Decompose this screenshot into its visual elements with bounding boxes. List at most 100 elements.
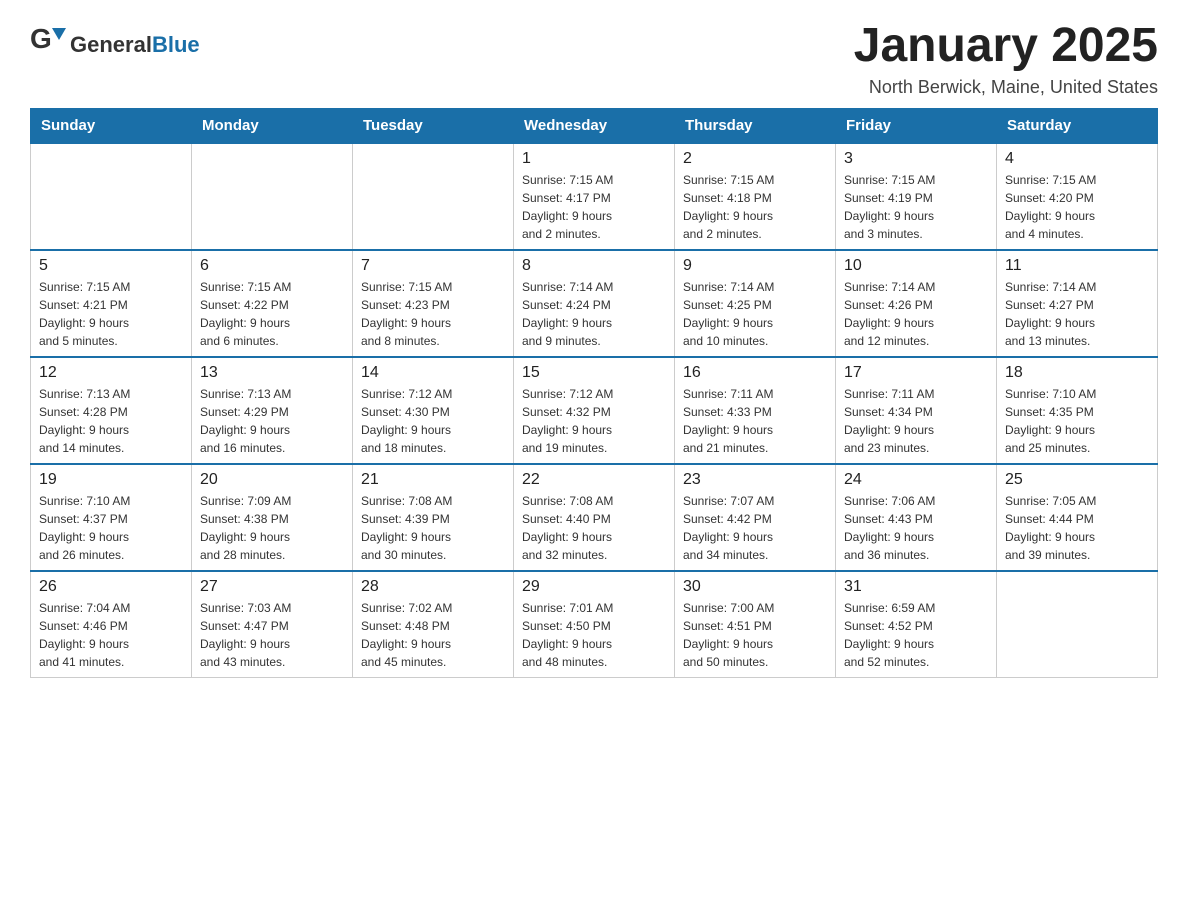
calendar-cell: 12 Sunrise: 7:13 AM Sunset: 4:28 PM Dayli… [31, 357, 192, 464]
day-info: Sunrise: 7:08 AM Sunset: 4:39 PM Dayligh… [361, 492, 505, 564]
day-number: 27 [200, 578, 344, 596]
calendar-cell: 9 Sunrise: 7:14 AM Sunset: 4:25 PM Daylig… [675, 250, 836, 357]
day-number: 12 [39, 364, 183, 382]
weekday-header-thursday: Thursday [675, 108, 836, 143]
calendar-cell: 23Sunrise: 7:07 AM Sunset: 4:42 PM Dayli… [675, 464, 836, 571]
weekday-header-wednesday: Wednesday [514, 108, 675, 143]
day-number: 24 [844, 471, 988, 489]
weekday-header-row: SundayMondayTuesdayWednesdayThursdayFrid… [31, 108, 1158, 143]
day-number: 1 [522, 150, 666, 168]
day-info: Sunrise: 7:14 AM Sunset: 4:26 PM Dayligh… [844, 278, 988, 350]
day-info: Sunrise: 7:12 AM Sunset: 4:30 PM Dayligh… [361, 385, 505, 457]
day-number: 8 [522, 257, 666, 275]
title-section: January 2025 North Berwick, Maine, Unite… [854, 20, 1158, 98]
day-info: Sunrise: 7:14 AM Sunset: 4:25 PM Dayligh… [683, 278, 827, 350]
day-info: Sunrise: 7:10 AM Sunset: 4:37 PM Dayligh… [39, 492, 183, 564]
day-info: Sunrise: 7:04 AM Sunset: 4:46 PM Dayligh… [39, 599, 183, 671]
day-number: 25 [1005, 471, 1149, 489]
calendar-cell: 22 Sunrise: 7:08 AM Sunset: 4:40 PM Dayli… [514, 464, 675, 571]
day-number: 14 [361, 364, 505, 382]
day-info: Sunrise: 7:13 AM Sunset: 4:28 PM Dayligh… [39, 385, 183, 457]
day-info: Sunrise: 7:06 AM Sunset: 4:43 PM Dayligh… [844, 492, 988, 564]
day-number: 19 [39, 471, 183, 489]
logo-icon: G [30, 20, 66, 69]
week-row-1: 1Sunrise: 7:15 AM Sunset: 4:17 PM Daylig… [31, 143, 1158, 250]
calendar-cell: 7Sunrise: 7:15 AM Sunset: 4:23 PM Daylig… [353, 250, 514, 357]
day-info: Sunrise: 7:14 AM Sunset: 4:24 PM Dayligh… [522, 278, 666, 350]
week-row-4: 19 Sunrise: 7:10 AM Sunset: 4:37 PM Dayli… [31, 464, 1158, 571]
day-number: 2 [683, 150, 827, 168]
weekday-header-friday: Friday [836, 108, 997, 143]
calendar-cell: 29 Sunrise: 7:01 AM Sunset: 4:50 PM Dayli… [514, 571, 675, 678]
day-number: 31 [844, 578, 988, 596]
day-info: Sunrise: 7:01 AM Sunset: 4:50 PM Dayligh… [522, 599, 666, 671]
calendar-cell: 21 Sunrise: 7:08 AM Sunset: 4:39 PM Dayli… [353, 464, 514, 571]
calendar-cell [353, 143, 514, 250]
calendar-cell: 24 Sunrise: 7:06 AM Sunset: 4:43 PM Dayli… [836, 464, 997, 571]
day-info: Sunrise: 7:09 AM Sunset: 4:38 PM Dayligh… [200, 492, 344, 564]
calendar-cell: 6 Sunrise: 7:15 AM Sunset: 4:22 PM Daylig… [192, 250, 353, 357]
day-info: Sunrise: 7:15 AM Sunset: 4:18 PM Dayligh… [683, 171, 827, 243]
day-info: Sunrise: 7:03 AM Sunset: 4:47 PM Dayligh… [200, 599, 344, 671]
day-info: Sunrise: 7:14 AM Sunset: 4:27 PM Dayligh… [1005, 278, 1149, 350]
day-number: 5 [39, 257, 183, 275]
day-number: 9 [683, 257, 827, 275]
day-number: 18 [1005, 364, 1149, 382]
day-number: 26 [39, 578, 183, 596]
calendar-cell: 26 Sunrise: 7:04 AM Sunset: 4:46 PM Dayli… [31, 571, 192, 678]
calendar-cell [192, 143, 353, 250]
day-number: 3 [844, 150, 988, 168]
weekday-header-monday: Monday [192, 108, 353, 143]
logo: G General Blue [30, 20, 200, 69]
day-info: Sunrise: 7:15 AM Sunset: 4:21 PM Dayligh… [39, 278, 183, 350]
day-info: Sunrise: 7:00 AM Sunset: 4:51 PM Dayligh… [683, 599, 827, 671]
day-number: 21 [361, 471, 505, 489]
day-info: Sunrise: 7:11 AM Sunset: 4:33 PM Dayligh… [683, 385, 827, 457]
calendar-cell: 2 Sunrise: 7:15 AM Sunset: 4:18 PM Daylig… [675, 143, 836, 250]
day-number: 28 [361, 578, 505, 596]
day-number: 22 [522, 471, 666, 489]
calendar-cell: 30Sunrise: 7:00 AM Sunset: 4:51 PM Dayli… [675, 571, 836, 678]
day-info: Sunrise: 7:10 AM Sunset: 4:35 PM Dayligh… [1005, 385, 1149, 457]
calendar-cell: 16Sunrise: 7:11 AM Sunset: 4:33 PM Dayli… [675, 357, 836, 464]
day-info: Sunrise: 7:13 AM Sunset: 4:29 PM Dayligh… [200, 385, 344, 457]
calendar-cell [997, 571, 1158, 678]
day-info: Sunrise: 7:15 AM Sunset: 4:22 PM Dayligh… [200, 278, 344, 350]
calendar-cell: 1Sunrise: 7:15 AM Sunset: 4:17 PM Daylig… [514, 143, 675, 250]
calendar-cell: 14 Sunrise: 7:12 AM Sunset: 4:30 PM Dayli… [353, 357, 514, 464]
calendar-cell: 4Sunrise: 7:15 AM Sunset: 4:20 PM Daylig… [997, 143, 1158, 250]
day-number: 6 [200, 257, 344, 275]
day-info: Sunrise: 7:02 AM Sunset: 4:48 PM Dayligh… [361, 599, 505, 671]
day-info: Sunrise: 7:15 AM Sunset: 4:19 PM Dayligh… [844, 171, 988, 243]
week-row-3: 12 Sunrise: 7:13 AM Sunset: 4:28 PM Dayli… [31, 357, 1158, 464]
calendar-cell: 20 Sunrise: 7:09 AM Sunset: 4:38 PM Dayli… [192, 464, 353, 571]
day-number: 10 [844, 257, 988, 275]
weekday-header-sunday: Sunday [31, 108, 192, 143]
week-row-2: 5 Sunrise: 7:15 AM Sunset: 4:21 PM Daylig… [31, 250, 1158, 357]
day-info: Sunrise: 7:07 AM Sunset: 4:42 PM Dayligh… [683, 492, 827, 564]
calendar-cell: 13 Sunrise: 7:13 AM Sunset: 4:29 PM Dayli… [192, 357, 353, 464]
logo-general: General [70, 32, 152, 58]
calendar-cell [31, 143, 192, 250]
svg-text:G: G [30, 23, 52, 54]
calendar-cell: 15Sunrise: 7:12 AM Sunset: 4:32 PM Dayli… [514, 357, 675, 464]
calendar-cell: 8 Sunrise: 7:14 AM Sunset: 4:24 PM Daylig… [514, 250, 675, 357]
page-title: January 2025 [854, 20, 1158, 73]
day-number: 20 [200, 471, 344, 489]
page-header: G General Blue January 2025 North Berwic… [30, 20, 1158, 98]
day-number: 17 [844, 364, 988, 382]
day-info: Sunrise: 7:15 AM Sunset: 4:20 PM Dayligh… [1005, 171, 1149, 243]
logo-blue: Blue [152, 32, 200, 58]
day-number: 29 [522, 578, 666, 596]
day-info: Sunrise: 7:11 AM Sunset: 4:34 PM Dayligh… [844, 385, 988, 457]
calendar-cell: 3 Sunrise: 7:15 AM Sunset: 4:19 PM Daylig… [836, 143, 997, 250]
calendar-cell: 27 Sunrise: 7:03 AM Sunset: 4:47 PM Dayli… [192, 571, 353, 678]
calendar-cell: 25 Sunrise: 7:05 AM Sunset: 4:44 PM Dayli… [997, 464, 1158, 571]
day-info: Sunrise: 6:59 AM Sunset: 4:52 PM Dayligh… [844, 599, 988, 671]
day-info: Sunrise: 7:05 AM Sunset: 4:44 PM Dayligh… [1005, 492, 1149, 564]
calendar-cell: 11Sunrise: 7:14 AM Sunset: 4:27 PM Dayli… [997, 250, 1158, 357]
weekday-header-tuesday: Tuesday [353, 108, 514, 143]
day-number: 13 [200, 364, 344, 382]
day-info: Sunrise: 7:08 AM Sunset: 4:40 PM Dayligh… [522, 492, 666, 564]
location-subtitle: North Berwick, Maine, United States [854, 77, 1158, 98]
